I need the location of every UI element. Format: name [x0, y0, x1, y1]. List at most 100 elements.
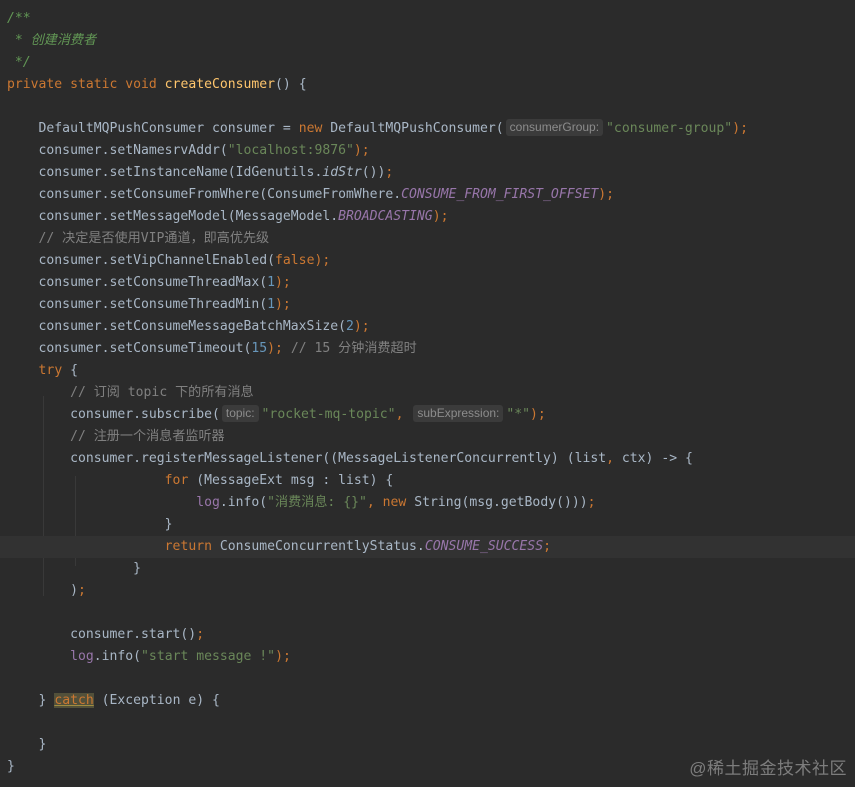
code-token: // 注册一个消息者监听器 [7, 429, 225, 444]
code-token: ); [267, 341, 291, 356]
code-token: /** [7, 11, 31, 26]
code-token: private static void [7, 77, 165, 92]
code-token: DefaultMQPushConsumer consumer = [7, 121, 299, 136]
code-line[interactable] [0, 96, 855, 118]
code-token: "consumer-group" [606, 121, 733, 136]
code-line[interactable]: // 订阅 topic 下的所有消息 [0, 382, 855, 404]
code-line[interactable]: consumer.start(); [0, 624, 855, 646]
code-token: ctx) -> { [621, 451, 693, 466]
code-token: , [606, 451, 622, 466]
code-token: log [70, 649, 94, 664]
code-token: ); [732, 121, 748, 136]
code-token: consumer.registerMessageListener((Messag… [7, 451, 607, 466]
code-line[interactable]: */ [0, 52, 855, 74]
code-token: , [366, 495, 383, 510]
code-token: ); [275, 275, 291, 290]
code-token: ; [196, 627, 205, 642]
code-token: ); [314, 253, 331, 268]
code-token: idStr [322, 165, 362, 180]
code-token: (Exception e) { [93, 693, 220, 708]
code-token: createConsumer [164, 77, 276, 92]
code-token: ); [598, 187, 615, 202]
code-token: "start message !" [141, 649, 276, 664]
code-token: { [70, 363, 78, 378]
code-line[interactable]: log.info("消费消息: {}", new String(msg.getB… [0, 492, 855, 514]
code-line[interactable]: try { [0, 360, 855, 382]
code-token: .info( [93, 649, 142, 664]
code-line[interactable]: consumer.setConsumeMessageBatchMaxSize(2… [0, 316, 855, 338]
code-token: ); [353, 319, 370, 334]
code-line[interactable] [0, 602, 855, 624]
code-token: consumer.setMessageModel(MessageModel. [7, 209, 339, 224]
code-line[interactable]: // 注册一个消息者监听器 [0, 426, 855, 448]
code-token: log [196, 495, 220, 510]
code-line[interactable]: * 创建消费者 [0, 30, 855, 52]
code-line[interactable]: DefaultMQPushConsumer consumer = new Def… [0, 118, 855, 140]
code-line[interactable]: } [0, 558, 855, 580]
code-line[interactable]: log.info("start message !"); [0, 646, 855, 668]
code-token: consumer.setNamesrvAddr( [7, 143, 228, 158]
code-token: ; [77, 583, 86, 598]
code-line[interactable]: // 决定是否使用VIP通道，即高优先级 [0, 228, 855, 250]
code-token: consumer.setConsumeThreadMin( [7, 297, 268, 312]
code-token: .info( [219, 495, 268, 510]
code-token: consumer.setInstanceName(IdGenutils. [7, 165, 323, 180]
code-line[interactable]: consumer.setConsumeThreadMin(1); [0, 294, 855, 316]
code-line[interactable]: /** [0, 8, 855, 30]
code-line[interactable]: private static void createConsumer() { [0, 74, 855, 96]
code-token: new [298, 121, 331, 136]
code-token: for [164, 473, 197, 488]
code-token: * 创建消费者 [7, 33, 97, 48]
code-token: 1 [267, 297, 276, 312]
code-token: DefaultMQPushConsumer( [330, 121, 504, 136]
code-line[interactable]: consumer.registerMessageListener((Messag… [0, 448, 855, 470]
code-line[interactable]: consumer.setNamesrvAddr("localhost:9876"… [0, 140, 855, 162]
code-token: ConsumeConcurrentlyStatus. [219, 539, 425, 554]
code-token: ()) [361, 165, 386, 180]
code-token: , [395, 407, 412, 422]
code-token: catch [54, 693, 94, 708]
code-line[interactable] [0, 668, 855, 690]
code-token: ; [543, 539, 551, 554]
code-line[interactable]: } [0, 734, 855, 756]
code-token: } [7, 561, 142, 576]
code-line[interactable]: ); [0, 580, 855, 602]
code-token: ); [353, 143, 370, 158]
code-token: new [382, 495, 415, 510]
code-token: "rocket-mq-topic" [261, 407, 396, 422]
code-line[interactable]: } [0, 514, 855, 536]
code-token: // 决定是否使用VIP通道，即高优先级 [7, 231, 270, 246]
code-token: (MessageExt msg : list) { [196, 473, 394, 488]
code-line[interactable]: consumer.setInstanceName(IdGenutils.idSt… [0, 162, 855, 184]
code-line[interactable]: for (MessageExt msg : list) { [0, 470, 855, 492]
code-token: "*" [506, 407, 531, 422]
code-token: ; [385, 165, 394, 180]
code-token: consumer.setConsumeMessageBatchMaxSize( [7, 319, 346, 334]
code-token: () { [275, 77, 307, 92]
code-token: CONSUME_SUCCESS [424, 539, 544, 554]
code-editor[interactable]: /** * 创建消费者 */ private static void create… [0, 0, 855, 787]
code-token: consumer.setConsumeThreadMax( [7, 275, 268, 290]
code-line[interactable]: consumer.setConsumeTimeout(15); // 15 分钟… [0, 338, 855, 360]
code-line[interactable]: consumer.setConsumeThreadMax(1); [0, 272, 855, 294]
code-line[interactable]: return ConsumeConcurrentlyStatus.CONSUME… [0, 536, 855, 558]
code-token: ) [7, 583, 78, 598]
code-token: 1 [267, 275, 276, 290]
code-line[interactable]: consumer.subscribe(topic: "rocket-mq-topi… [0, 404, 855, 426]
code-line[interactable]: consumer.setConsumeFromWhere(ConsumeFrom… [0, 184, 855, 206]
code-token: } [7, 693, 55, 708]
parameter-hint: consumerGroup: [505, 119, 604, 136]
code-token: consumer.subscribe( [7, 407, 220, 422]
code-line[interactable]: consumer.setVipChannelEnabled(false); [0, 250, 855, 272]
code-token: } [7, 737, 47, 752]
code-line[interactable]: consumer.setMessageModel(MessageModel.BR… [0, 206, 855, 228]
code-line[interactable] [0, 712, 855, 734]
code-token: CONSUME_FROM_FIRST_OFFSET [401, 187, 599, 202]
code-line[interactable]: } catch (Exception e) { [0, 690, 855, 712]
code-token: BROADCASTING [338, 209, 433, 224]
code-token: } [7, 517, 173, 532]
